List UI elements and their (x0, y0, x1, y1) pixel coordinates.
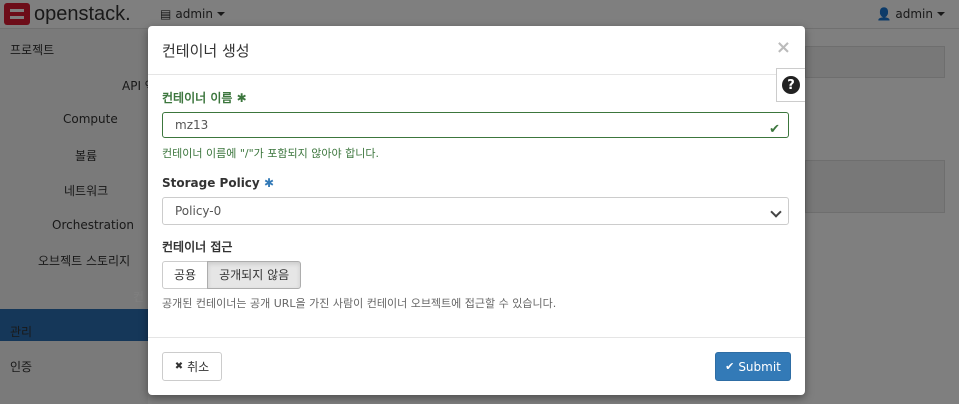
container-name-value: mz13 (175, 118, 209, 132)
chevron-down-icon (770, 206, 782, 218)
modal-header-divider (148, 74, 805, 75)
submit-button-label: Submit (738, 359, 781, 374)
create-container-modal: 컨테이너 생성 × ? 컨테이너 이름 ✱ mz13 ✔ 컨테이너 이름에 "/… (148, 26, 805, 395)
close-icon[interactable]: × (776, 37, 791, 58)
question-icon: ? (782, 76, 800, 94)
container-access-help: 공개된 컨테이너는 공개 URL을 가진 사람이 컨테이너 오브젝트에 접근할 … (162, 297, 557, 310)
required-asterisk-icon: ✱ (263, 176, 274, 190)
help-button[interactable]: ? (776, 68, 805, 102)
container-name-help: 컨테이너 이름에 "/"가 포함되지 않아야 합니다. (162, 147, 379, 160)
container-name-label: 컨테이너 이름 (162, 91, 233, 105)
container-access-label: 컨테이너 접근 (162, 240, 233, 254)
check-icon: ✔ (725, 360, 735, 373)
storage-policy-select[interactable]: Policy-0 (162, 197, 789, 225)
storage-policy-label-group: Storage Policy ✱ (162, 176, 274, 190)
modal-footer-divider (148, 337, 805, 338)
storage-policy-value: Policy-0 (175, 204, 222, 218)
cancel-button-label: 취소 (187, 360, 210, 374)
container-name-input[interactable]: mz13 ✔ (162, 112, 789, 138)
close-icon: ✖ (174, 361, 184, 372)
access-public-button[interactable]: 공용 (162, 261, 209, 289)
modal-title: 컨테이너 생성 (162, 42, 250, 60)
container-access-toggle: 공용 공개되지 않음 (162, 261, 302, 289)
check-icon: ✔ (769, 122, 780, 137)
submit-button[interactable]: ✔ Submit (715, 352, 791, 381)
access-private-button[interactable]: 공개되지 않음 (207, 261, 302, 289)
required-asterisk-icon: ✱ (236, 91, 247, 105)
storage-policy-label: Storage Policy (162, 176, 260, 190)
container-name-label-group: 컨테이너 이름 ✱ (162, 89, 247, 106)
cancel-button[interactable]: ✖ 취소 (162, 352, 222, 381)
